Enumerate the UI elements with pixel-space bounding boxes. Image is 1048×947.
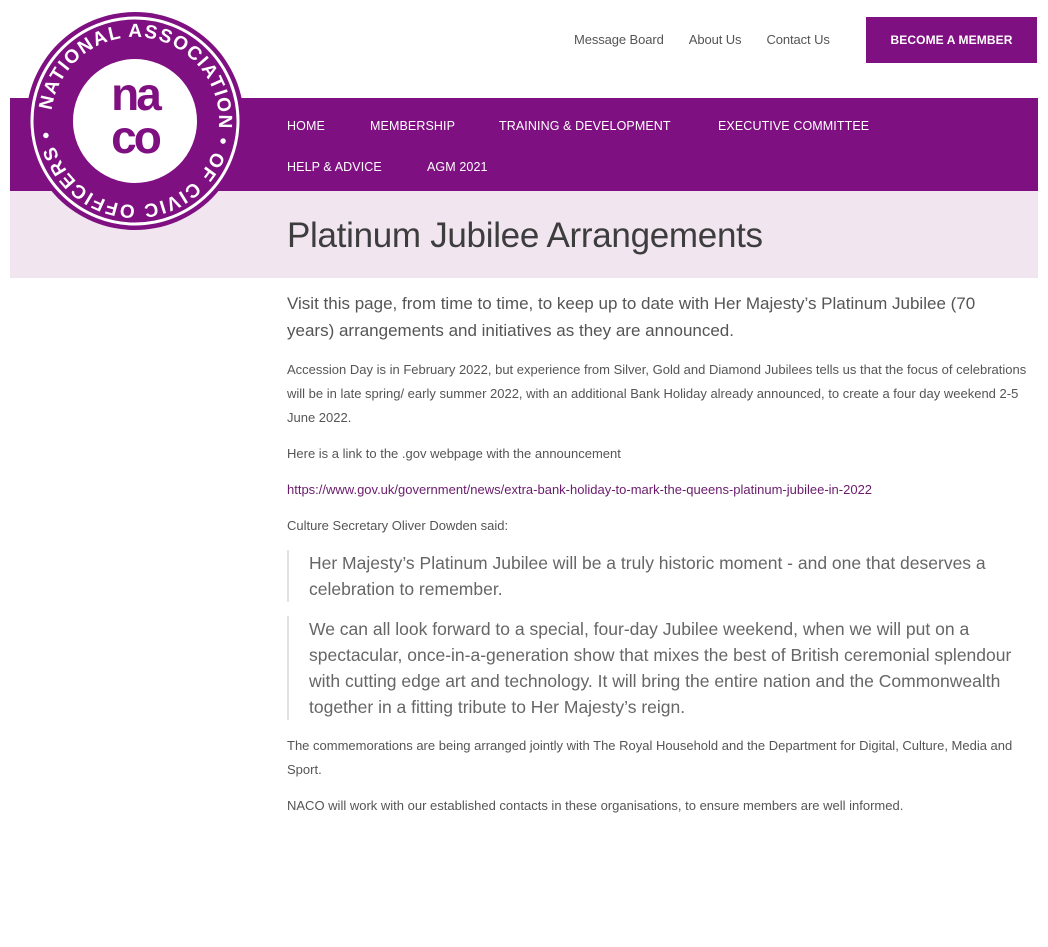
- intro-paragraph: Visit this page, from time to time, to k…: [287, 294, 976, 340]
- nav-help-advice[interactable]: HELP & ADVICE: [287, 160, 382, 174]
- nav-training-development[interactable]: TRAINING & DEVELOPMENT: [499, 119, 671, 133]
- page-title: Platinum Jubilee Arrangements: [287, 216, 763, 255]
- culture-secretary-paragraph: Culture Secretary Oliver Dowden said:: [287, 518, 509, 533]
- accession-paragraph: Accession Day is in February 2022, but e…: [287, 362, 1027, 425]
- naco-logo-icon: NATIONAL ASSOCIATION • OF CIVIC OFFICERS…: [26, 12, 244, 230]
- quote-block-2: We can all look forward to a special, fo…: [287, 616, 1027, 720]
- naco-contacts-paragraph: NACO will work with our established cont…: [287, 798, 904, 813]
- gov-announcement-link[interactable]: https://www.gov.uk/government/news/extra…: [287, 482, 872, 497]
- naco-logo[interactable]: NATIONAL ASSOCIATION • OF CIVIC OFFICERS…: [24, 10, 246, 232]
- nav-membership[interactable]: MEMBERSHIP: [370, 119, 455, 133]
- nav-agm-2021[interactable]: AGM 2021: [427, 160, 488, 174]
- link-intro-paragraph: Here is a link to the .gov webpage with …: [287, 446, 621, 461]
- article-content: Visit this page, from time to time, to k…: [287, 290, 1027, 830]
- message-board-link[interactable]: Message Board: [574, 32, 664, 47]
- commemorations-paragraph: The commemorations are being arranged jo…: [287, 738, 1013, 777]
- about-us-link[interactable]: About Us: [689, 32, 742, 47]
- svg-text:co: co: [111, 111, 161, 163]
- top-utility-nav: Message Board About Us Contact Us: [574, 32, 855, 47]
- quote-block-1: Her Majesty’s Platinum Jubilee will be a…: [287, 550, 1027, 602]
- become-a-member-button[interactable]: BECOME A MEMBER: [866, 17, 1037, 63]
- nav-executive-committee[interactable]: EXECUTIVE COMMITTEE: [718, 119, 869, 133]
- nav-home[interactable]: HOME: [287, 119, 325, 133]
- contact-us-link[interactable]: Contact Us: [766, 32, 829, 47]
